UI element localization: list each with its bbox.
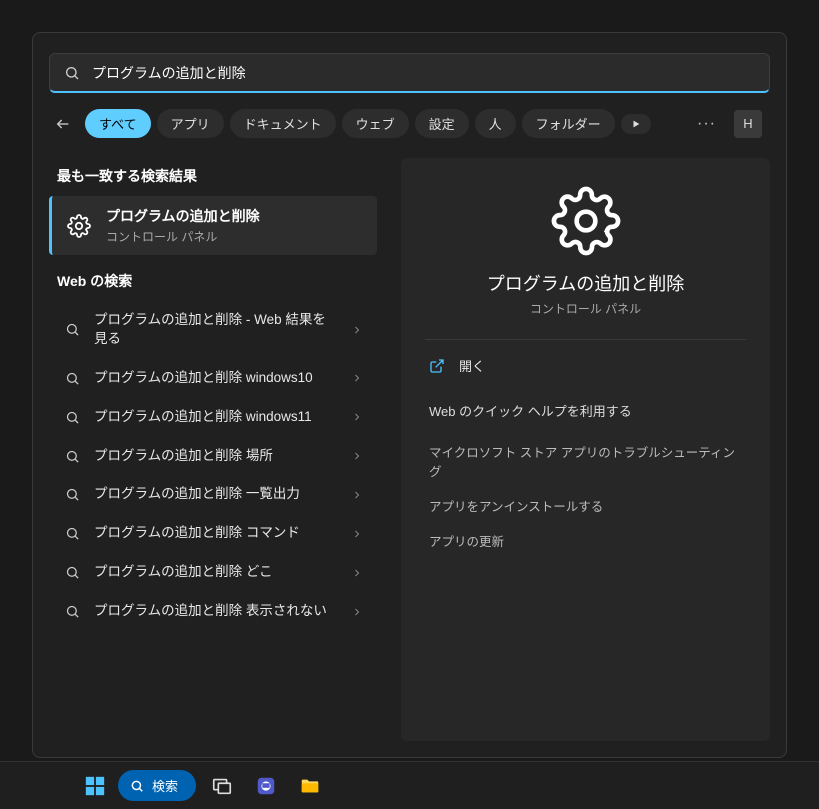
chevron-right-icon [351, 324, 363, 336]
web-result-item[interactable]: プログラムの追加と削除 windows11 [49, 398, 377, 437]
best-match-item[interactable]: プログラムの追加と削除 コントロール パネル [49, 196, 377, 255]
help-header: Web のクイック ヘルプを利用する [425, 391, 746, 434]
web-result-item[interactable]: プログラムの追加と削除 コマンド [49, 514, 377, 553]
results-body: 最も一致する検索結果 プログラムの追加と削除 コントロール パネル Web の検… [33, 150, 786, 757]
back-button[interactable] [49, 110, 77, 138]
chevron-right-icon [351, 567, 363, 579]
web-result-item[interactable]: プログラムの追加と削除 表示されない [49, 592, 377, 631]
web-result-item[interactable]: プログラムの追加と削除 - Web 結果を見る [49, 301, 377, 359]
filter-people[interactable]: 人 [475, 109, 516, 138]
web-results-list: プログラムの追加と削除 - Web 結果を見るプログラムの追加と削除 windo… [41, 301, 385, 631]
search-icon [65, 371, 80, 386]
file-explorer-icon[interactable] [292, 768, 328, 804]
filter-documents[interactable]: ドキュメント [230, 109, 336, 138]
taskbar-search-label: 検索 [152, 776, 178, 795]
section-web-search: Web の検索 [41, 263, 385, 301]
task-view-icon[interactable] [204, 768, 240, 804]
help-link[interactable]: マイクロソフト ストア アプリのトラブルシューティング [425, 434, 746, 488]
web-result-item[interactable]: プログラムの追加と削除 場所 [49, 437, 377, 476]
best-match-title: プログラムの追加と削除 [106, 206, 260, 226]
search-icon [65, 410, 80, 425]
chevron-right-icon [351, 528, 363, 540]
web-result-item[interactable]: プログラムの追加と削除 どこ [49, 553, 377, 592]
user-avatar[interactable]: H [734, 110, 762, 138]
filter-web[interactable]: ウェブ [342, 109, 409, 138]
filter-folders[interactable]: フォルダー [522, 109, 615, 138]
search-input[interactable] [92, 65, 755, 81]
filter-more[interactable] [621, 114, 651, 134]
search-icon [65, 604, 80, 619]
help-link[interactable]: アプリをアンインストールする [425, 488, 746, 523]
taskbar: 検索 [0, 761, 819, 809]
search-icon [65, 487, 80, 502]
web-result-label: プログラムの追加と削除 - Web 結果を見る [94, 311, 337, 349]
search-icon [65, 322, 80, 337]
chevron-right-icon [351, 411, 363, 423]
filter-all[interactable]: すべて [85, 109, 151, 138]
gear-icon [66, 213, 92, 239]
preview-subtitle: コントロール パネル [530, 300, 641, 317]
header-right: ··· H [689, 110, 762, 138]
taskbar-search[interactable]: 検索 [118, 770, 196, 801]
best-match-subtitle: コントロール パネル [106, 228, 260, 245]
web-result-label: プログラムの追加と削除 コマンド [94, 524, 337, 543]
filter-apps[interactable]: アプリ [157, 109, 224, 138]
open-icon [429, 358, 445, 374]
web-result-label: プログラムの追加と削除 どこ [94, 563, 337, 582]
chevron-right-icon [351, 372, 363, 384]
start-button[interactable] [80, 771, 110, 801]
web-result-label: プログラムの追加と削除 場所 [94, 447, 337, 466]
help-link[interactable]: アプリの更新 [425, 523, 746, 558]
search-icon [65, 565, 80, 580]
help-links-list: マイクロソフト ストア アプリのトラブルシューティングアプリをアンインストールす… [425, 434, 746, 558]
web-result-label: プログラムの追加と削除 表示されない [94, 602, 337, 621]
gear-icon [551, 186, 621, 256]
open-action[interactable]: 開く [425, 340, 746, 391]
web-result-item[interactable]: プログラムの追加と削除 windows10 [49, 359, 377, 398]
search-window: すべて アプリ ドキュメント ウェブ 設定 人 フォルダー ··· H 最も一致… [32, 32, 787, 758]
search-icon [64, 65, 80, 81]
preview-title: プログラムの追加と削除 [487, 270, 684, 296]
filter-row: すべて アプリ ドキュメント ウェブ 設定 人 フォルダー ··· H [33, 105, 786, 150]
search-icon [65, 449, 80, 464]
open-label: 開く [459, 356, 485, 375]
web-result-label: プログラムの追加と削除 一覧出力 [94, 485, 337, 504]
chevron-right-icon [351, 606, 363, 618]
search-bar[interactable] [49, 53, 770, 93]
preview-header: プログラムの追加と削除 コントロール パネル [425, 186, 746, 340]
search-icon [65, 526, 80, 541]
chat-icon[interactable] [248, 768, 284, 804]
web-result-label: プログラムの追加と削除 windows10 [94, 369, 337, 388]
web-result-label: プログラムの追加と削除 windows11 [94, 408, 337, 427]
section-best-match: 最も一致する検索結果 [41, 158, 385, 196]
filter-settings[interactable]: 設定 [415, 109, 469, 138]
filter-pills: すべて アプリ ドキュメント ウェブ 設定 人 フォルダー [85, 109, 681, 138]
best-match-text: プログラムの追加と削除 コントロール パネル [106, 206, 260, 245]
overflow-menu[interactable]: ··· [689, 111, 724, 137]
results-left-column: 最も一致する検索結果 プログラムの追加と削除 コントロール パネル Web の検… [33, 150, 393, 757]
web-result-item[interactable]: プログラムの追加と削除 一覧出力 [49, 475, 377, 514]
preview-pane: プログラムの追加と削除 コントロール パネル 開く Web のクイック ヘルプを… [401, 158, 770, 741]
chevron-right-icon [351, 450, 363, 462]
chevron-right-icon [351, 489, 363, 501]
